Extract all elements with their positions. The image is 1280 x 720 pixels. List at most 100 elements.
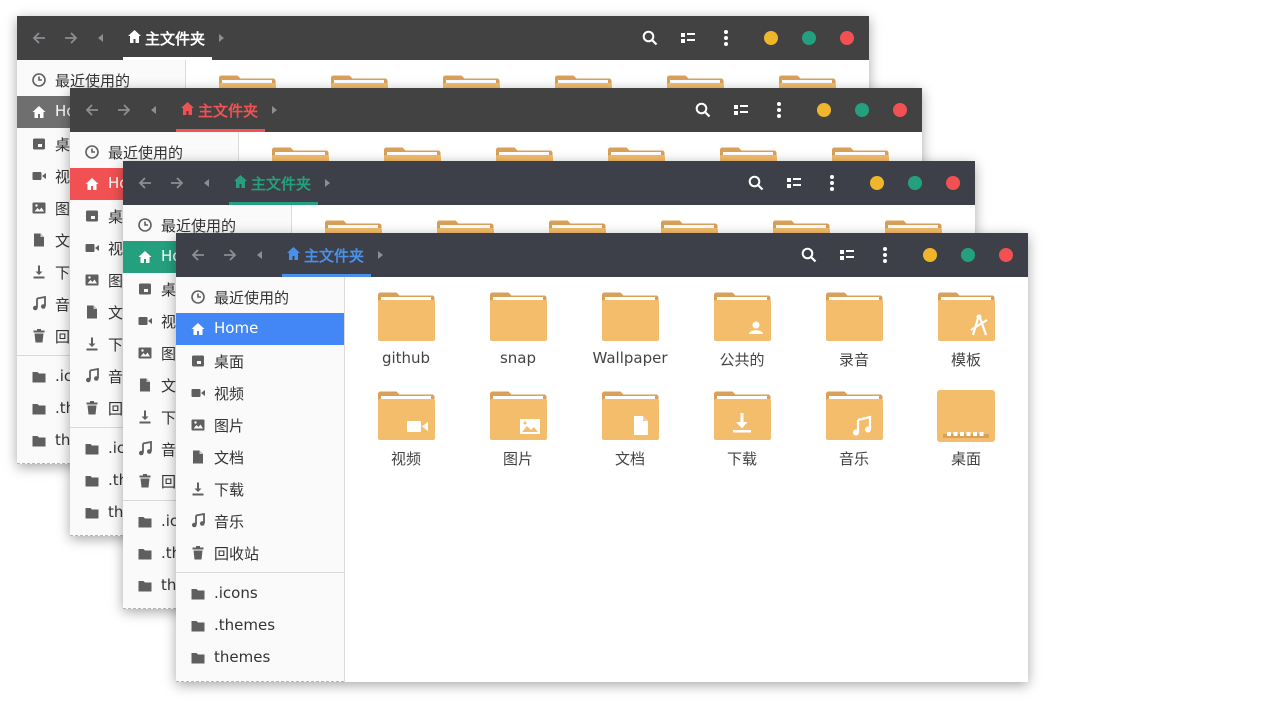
view-toggle-icon[interactable] <box>731 100 751 120</box>
sidebar-item-clock[interactable]: 最近使用的 <box>176 281 344 313</box>
path-bar-home-button[interactable]: 主文件夹 <box>123 16 212 60</box>
sidebar-item-label: Home <box>214 319 259 337</box>
sidebar-item-desktop[interactable]: 桌面 <box>176 345 344 377</box>
path-scroll-right-icon[interactable] <box>266 102 282 118</box>
minimize-button[interactable] <box>870 176 884 190</box>
folder-item[interactable]: Wallpaper <box>584 277 676 367</box>
trash-icon <box>190 545 206 561</box>
folder-item[interactable]: 桌面 <box>920 376 1012 468</box>
minimize-button[interactable] <box>817 103 831 117</box>
close-button[interactable] <box>893 103 907 117</box>
home-icon <box>137 249 153 265</box>
menu-icon[interactable] <box>716 28 736 48</box>
path-scroll-left-icon[interactable] <box>252 247 268 263</box>
clock-icon <box>31 72 47 88</box>
search-icon[interactable] <box>640 28 660 48</box>
folder-icon <box>137 578 153 594</box>
sidebar-item-download[interactable]: 下载 <box>176 473 344 505</box>
home-icon <box>190 321 206 337</box>
sidebar-item-home[interactable]: Home <box>176 313 344 345</box>
forward-arrow-icon[interactable] <box>61 28 81 48</box>
desktop-icon <box>84 208 100 224</box>
maximize-button[interactable] <box>908 176 922 190</box>
forward-arrow-icon[interactable] <box>167 173 187 193</box>
folder-label: github <box>381 349 431 367</box>
folder-documents-icon <box>601 390 659 440</box>
sidebar-item-trash[interactable]: 回收站 <box>176 537 344 569</box>
folder-item[interactable]: 图片 <box>472 376 564 468</box>
video-icon <box>137 313 153 329</box>
sidebar-bookmark[interactable]: .themes <box>176 610 344 642</box>
folder-download-icon <box>713 390 771 440</box>
folder-item[interactable]: snap <box>472 277 564 367</box>
desktop-icon <box>190 353 206 369</box>
path-scroll-left-icon[interactable] <box>146 102 162 118</box>
music-icon <box>31 295 47 312</box>
folder-item[interactable]: 公共的 <box>696 277 788 369</box>
folder-icon <box>489 291 547 341</box>
menu-icon[interactable] <box>769 100 789 120</box>
sidebar-bottom-edge <box>176 680 344 682</box>
folder-desktop-icon <box>937 390 995 442</box>
path-bar-home-button[interactable]: 主文件夹 <box>176 88 265 132</box>
menu-icon[interactable] <box>875 245 895 265</box>
back-arrow-icon[interactable] <box>29 28 49 48</box>
view-toggle-icon[interactable] <box>837 245 857 265</box>
folder-item[interactable]: 音乐 <box>808 376 900 468</box>
forward-arrow-icon[interactable] <box>220 245 240 265</box>
back-arrow-icon[interactable] <box>188 245 208 265</box>
view-toggle-icon[interactable] <box>678 28 698 48</box>
path-scroll-right-icon[interactable] <box>372 247 388 263</box>
maximize-button[interactable] <box>802 31 816 45</box>
close-button[interactable] <box>946 176 960 190</box>
folder-item[interactable]: 录音 <box>808 277 900 369</box>
titlebar: 主文件夹 <box>17 16 869 60</box>
close-button[interactable] <box>999 248 1013 262</box>
path-scroll-right-icon[interactable] <box>213 30 229 46</box>
close-button[interactable] <box>840 31 854 45</box>
sidebar-item-music[interactable]: 音乐 <box>176 505 344 537</box>
sidebar-item-image[interactable]: 图片 <box>176 409 344 441</box>
folder-icon <box>31 433 47 449</box>
menu-icon[interactable] <box>822 173 842 193</box>
search-icon[interactable] <box>799 245 819 265</box>
folder-item[interactable]: 文档 <box>584 376 676 468</box>
sidebar-bookmark[interactable]: .icons <box>176 578 344 610</box>
sidebar-item-label: 最近使用的 <box>108 144 184 162</box>
minimize-button[interactable] <box>923 248 937 262</box>
folder-item[interactable]: github <box>360 277 452 367</box>
path-bar-home-button[interactable]: 主文件夹 <box>282 233 371 277</box>
sidebar-item-video[interactable]: 视频 <box>176 377 344 409</box>
trash-icon <box>31 328 47 344</box>
folder-label: 图片 <box>502 450 533 468</box>
folder-item[interactable]: 下载 <box>696 376 788 468</box>
sidebar-item-document[interactable]: 文档 <box>176 441 344 473</box>
back-arrow-icon[interactable] <box>82 100 102 120</box>
search-icon[interactable] <box>693 100 713 120</box>
view-toggle-icon[interactable] <box>784 173 804 193</box>
maximize-button[interactable] <box>855 103 869 117</box>
path-scroll-left-icon[interactable] <box>199 175 215 191</box>
trash-icon <box>137 473 153 489</box>
folder-icon <box>31 369 47 385</box>
sidebar-bookmark[interactable]: themes <box>176 642 344 674</box>
folder-label: 录音 <box>838 351 869 369</box>
minimize-button[interactable] <box>764 31 778 45</box>
forward-arrow-icon[interactable] <box>114 100 134 120</box>
sidebar-item-label: 回收站 <box>214 545 260 563</box>
folder-item[interactable]: 模板 <box>920 277 1012 369</box>
folder-icon <box>190 650 206 666</box>
folder-item[interactable]: 视频 <box>360 376 452 468</box>
path-bar-home-button[interactable]: 主文件夹 <box>229 161 318 205</box>
back-arrow-icon[interactable] <box>135 173 155 193</box>
folder-music-icon <box>825 390 883 440</box>
path-scroll-right-icon[interactable] <box>319 175 335 191</box>
maximize-button[interactable] <box>961 248 975 262</box>
music-icon <box>137 440 153 457</box>
path-label: 主文件夹 <box>145 30 206 48</box>
search-icon[interactable] <box>746 173 766 193</box>
video-icon <box>31 168 47 184</box>
folder-label: 公共的 <box>719 351 765 369</box>
home-icon <box>286 246 301 261</box>
path-scroll-left-icon[interactable] <box>93 30 109 46</box>
